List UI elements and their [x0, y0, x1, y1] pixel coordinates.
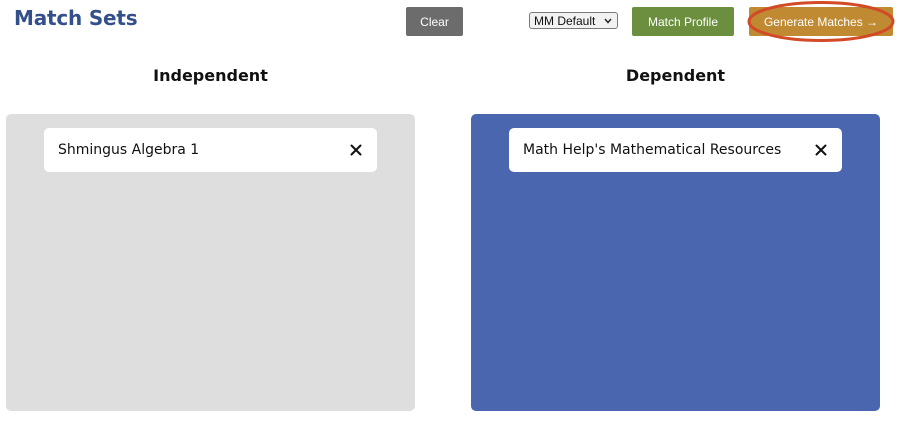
close-icon[interactable]	[814, 143, 828, 157]
dependent-item: Math Help's Mathematical Resources	[509, 128, 842, 172]
clear-button[interactable]: Clear	[406, 7, 463, 36]
match-profile-button[interactable]: Match Profile	[632, 7, 734, 36]
dependent-heading: Dependent	[625, 66, 726, 85]
independent-item-label: Shmingus Algebra 1	[58, 142, 200, 158]
chevron-down-icon	[603, 16, 613, 26]
independent-panel[interactable]: Shmingus Algebra 1	[6, 114, 415, 411]
match-profile-select-value: MM Default	[534, 13, 596, 28]
match-profile-select[interactable]: MM Default	[529, 12, 618, 29]
dependent-item-label: Math Help's Mathematical Resources	[523, 142, 782, 158]
page-title: Match Sets	[14, 6, 138, 30]
close-icon[interactable]	[349, 143, 363, 157]
independent-heading: Independent	[153, 66, 268, 85]
generate-matches-button[interactable]: Generate Matches →	[749, 7, 893, 36]
dependent-panel[interactable]: Math Help's Mathematical Resources	[471, 114, 880, 411]
independent-item: Shmingus Algebra 1	[44, 128, 377, 172]
